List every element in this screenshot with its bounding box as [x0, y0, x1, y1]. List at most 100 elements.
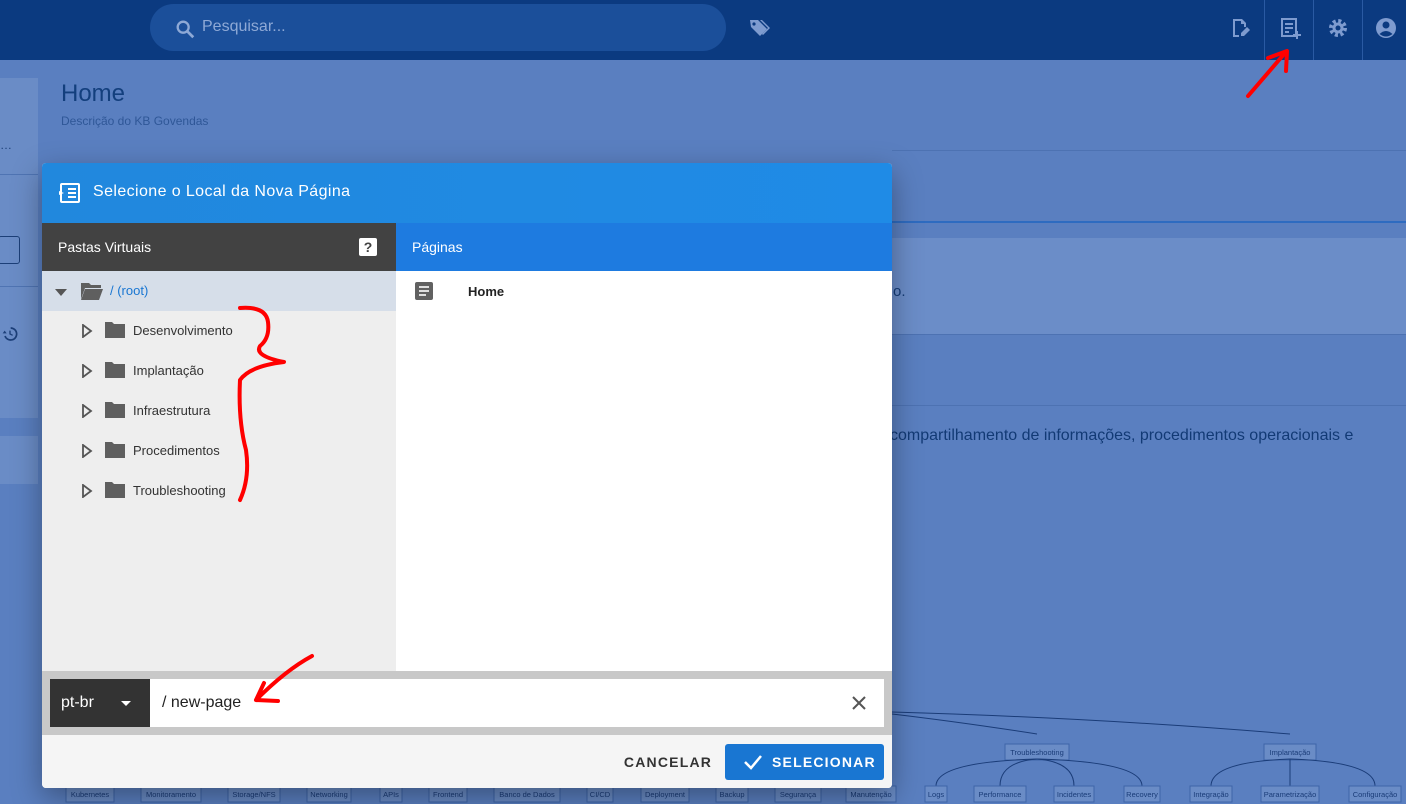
diagram-node-label: Backup [719, 790, 744, 799]
tree-item-label: Implantação [133, 363, 204, 378]
cancel-button[interactable]: CANCELAR [620, 744, 716, 780]
search-icon [176, 20, 195, 39]
account-icon[interactable] [1374, 16, 1398, 40]
settings-icon[interactable] [1326, 16, 1350, 40]
diagram-node-label: Frontend [433, 790, 463, 799]
tree-item-implantacao[interactable]: Implantação [42, 351, 396, 391]
new-page-location-dialog: Selecione o Local da Nova Página Pastas … [42, 163, 892, 788]
caret-right-icon[interactable] [80, 444, 94, 458]
left-rail: … [0, 78, 38, 418]
diagram-node-label: Networking [310, 790, 348, 799]
diagram-node-label: Performance [979, 790, 1022, 799]
diagram-node-label: Monitoramento [146, 790, 196, 799]
page-body-text: compartilhamento de informações, procedi… [890, 427, 1354, 444]
page-location-icon [59, 183, 80, 203]
caret-right-icon[interactable] [80, 324, 94, 338]
caret-right-icon[interactable] [80, 364, 94, 378]
diagram-edge [1036, 758, 1143, 787]
tree-item-troubleshooting[interactable]: Troubleshooting [42, 471, 396, 511]
diagram-edge [891, 711, 1291, 735]
dialog-footer: CANCELAR SELECIONAR [42, 735, 892, 788]
toolbar-divider [1313, 0, 1314, 60]
diagram-node-label: Banco de Dados [499, 790, 555, 799]
folder-icon [105, 442, 125, 458]
diagram-edge [999, 758, 1038, 787]
page-title: Home [61, 80, 126, 107]
page-icon [415, 282, 433, 300]
diagram-node-label: Logs [928, 790, 945, 799]
tree-item-root[interactable]: / (root) [42, 271, 396, 311]
diagram-edge [1210, 758, 1291, 787]
help-button[interactable]: ? [359, 238, 377, 256]
dialog-title: Selecione o Local da Nova Página [93, 183, 351, 200]
page-divider [892, 150, 1406, 151]
rail-button[interactable] [0, 236, 20, 264]
tree-item-label: Procedimentos [133, 443, 220, 458]
select-button-label: SELECIONAR [772, 754, 876, 770]
diagram-node-label: Implantação [1270, 748, 1311, 757]
toolbar-divider [1362, 0, 1363, 60]
tag-icon[interactable] [747, 16, 771, 40]
tree-item-desenvolvimento[interactable]: Desenvolvimento [42, 311, 396, 351]
folder-icon [105, 322, 125, 338]
folders-header-label: Pastas Virtuais [58, 239, 152, 255]
left-rail-item [0, 436, 38, 484]
page-item-home[interactable]: Home [396, 271, 892, 311]
path-bar: pt-br [42, 671, 892, 735]
path-input[interactable] [150, 679, 884, 727]
page-divider [892, 334, 1406, 335]
pages-pane: Páginas Home [396, 223, 892, 671]
locale-select[interactable]: pt-br [50, 679, 150, 727]
folders-header: Pastas Virtuais ? [42, 223, 396, 271]
tree-item-infraestrutura[interactable]: Infraestrutura [42, 391, 396, 431]
dialog-header: Selecione o Local da Nova Página [42, 163, 892, 223]
folder-icon [105, 402, 125, 418]
diagram-edge [1289, 758, 1376, 787]
select-button[interactable]: SELECIONAR [725, 744, 884, 780]
search-box[interactable]: Pesquisar... [150, 4, 726, 51]
diagram-node-label: Troubleshooting [1010, 748, 1064, 757]
check-icon [744, 755, 762, 770]
edit-page-icon[interactable] [1228, 16, 1252, 40]
pages-header-label: Páginas [412, 239, 463, 255]
page-divider [892, 405, 1406, 406]
diagram-node-label: Recovery [1126, 790, 1158, 799]
diagram-node-label: Integração [1193, 790, 1228, 799]
folder-icon [105, 362, 125, 378]
clear-icon[interactable] [850, 694, 868, 712]
pages-header: Páginas [396, 223, 892, 271]
tree-item-label: Desenvolvimento [133, 323, 233, 338]
page-description: Descrição do KB Govendas [61, 114, 209, 128]
caret-down-icon[interactable] [54, 285, 68, 299]
diagram-node-label: APIs [383, 790, 399, 799]
diagram-node-label: Segurança [780, 790, 817, 799]
dropdown-arrow-icon [121, 701, 131, 706]
tree-item-label: / (root) [110, 283, 149, 298]
folder-icon [105, 482, 125, 498]
tree-item-label: Infraestrutura [133, 403, 211, 418]
diagram-node-label: Kubernetes [71, 790, 110, 799]
history-icon[interactable] [2, 326, 18, 342]
tree-item-label: Troubleshooting [133, 483, 226, 498]
rail-divider [0, 174, 38, 175]
panel-text: o. [893, 283, 906, 300]
toolbar-divider [1264, 0, 1265, 60]
folder-open-icon [81, 283, 103, 300]
diagram-node-label: Parametrização [1264, 790, 1317, 799]
rail-ellipsis: … [0, 138, 12, 152]
diagram-edge [935, 758, 1038, 787]
locale-value: pt-br [61, 694, 94, 711]
tree-item-procedimentos[interactable]: Procedimentos [42, 431, 396, 471]
diagram-node-label: CI/CD [590, 790, 611, 799]
tab-underline [892, 221, 1406, 223]
page-item-label: Home [468, 284, 505, 299]
caret-right-icon[interactable] [80, 484, 94, 498]
page-panel [892, 238, 1406, 334]
diagram-node-label: Storage/NFS [232, 790, 275, 799]
new-page-icon[interactable] [1278, 16, 1302, 40]
rail-divider [0, 286, 38, 287]
caret-right-icon[interactable] [80, 404, 94, 418]
diagram-node-label: Deployment [645, 790, 686, 799]
diagram-node-label: Incidentes [1057, 790, 1091, 799]
virtual-folders-pane: Pastas Virtuais ? / (root) Desenvolvimen… [42, 223, 396, 671]
